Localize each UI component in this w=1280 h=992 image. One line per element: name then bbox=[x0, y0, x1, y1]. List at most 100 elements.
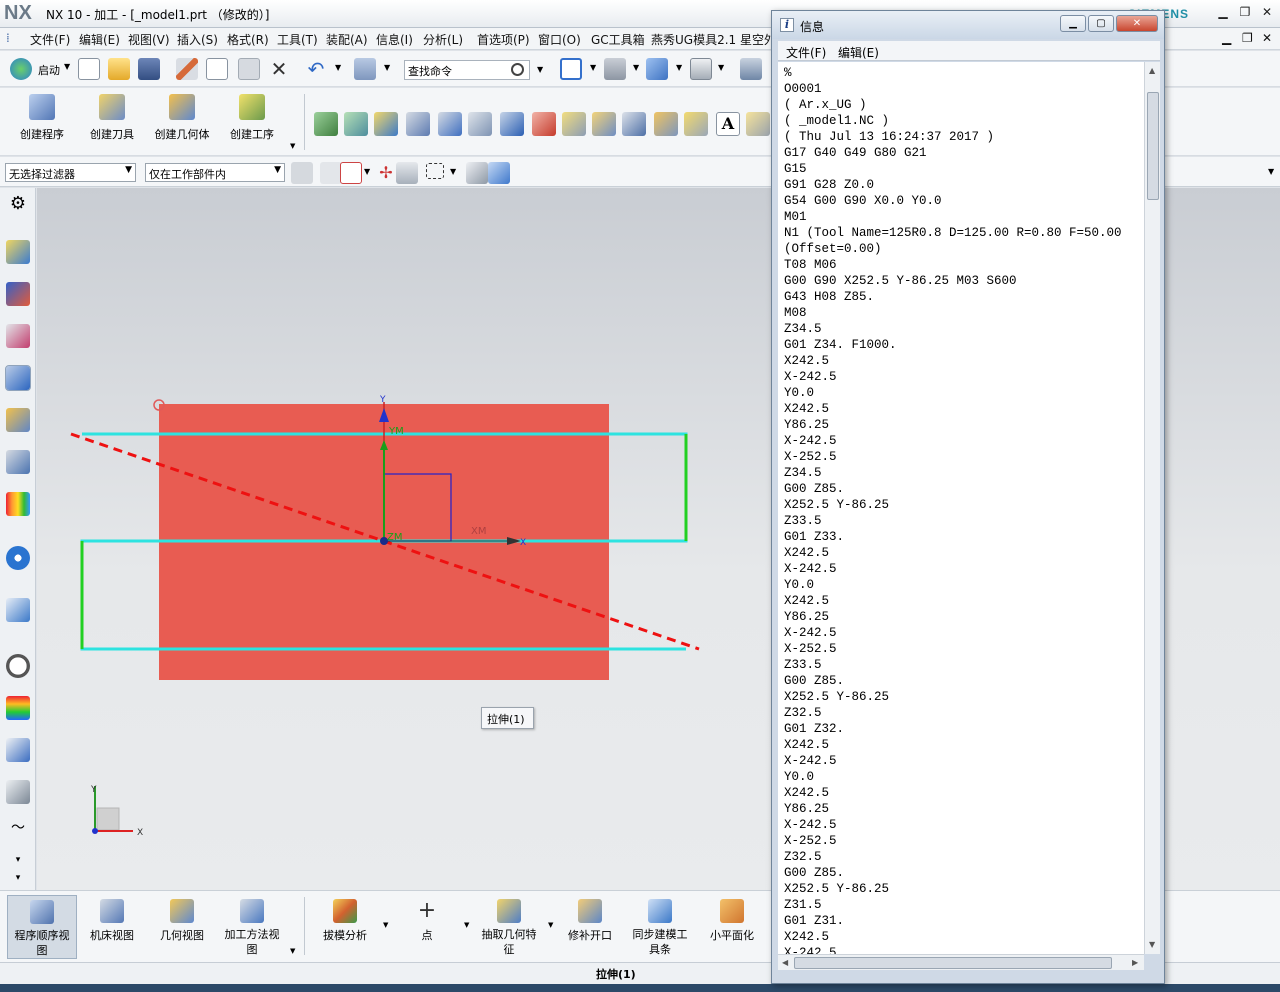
tool-holder-icon[interactable] bbox=[532, 112, 556, 136]
edit-object-icon[interactable] bbox=[562, 112, 586, 136]
paste-icon[interactable] bbox=[238, 58, 260, 80]
pencil-icon[interactable] bbox=[746, 112, 770, 136]
menu-format[interactable]: 格式(R) bbox=[227, 31, 269, 48]
menu-assembly[interactable]: 装配(A) bbox=[326, 31, 368, 48]
info-menu-file[interactable]: 文件(F) bbox=[786, 44, 826, 61]
restore-button[interactable]: ❐ bbox=[1236, 5, 1254, 21]
create-program-button[interactable]: 创建程序 bbox=[7, 92, 77, 148]
wave-icon[interactable]: ～ bbox=[6, 816, 30, 840]
geometry-view-button[interactable]: 几何视图 bbox=[152, 895, 212, 959]
search-dropdown-icon[interactable]: ▼ bbox=[537, 65, 543, 74]
start-dropdown-icon[interactable]: ▼ bbox=[64, 62, 70, 71]
menu-view[interactable]: 视图(V) bbox=[128, 31, 170, 48]
delete-icon[interactable]: ✕ bbox=[268, 58, 290, 80]
open-folder-icon[interactable] bbox=[108, 58, 130, 80]
info-vertical-scrollbar[interactable]: ▲ ▼ bbox=[1144, 62, 1160, 954]
settings-gear-icon[interactable]: ⚙ bbox=[6, 192, 30, 216]
simulate-icon[interactable] bbox=[438, 112, 462, 136]
repeat-command-icon[interactable] bbox=[354, 58, 376, 80]
expand-icon[interactable]: ▾ bbox=[6, 868, 30, 892]
ribbon-more-icon[interactable]: ▼ bbox=[290, 142, 295, 150]
menu-yanxiu-mold[interactable]: 燕秀UG模具2.1 bbox=[651, 31, 736, 48]
repeat-dropdown-icon[interactable]: ▼ bbox=[384, 63, 390, 72]
replay-toolpath-icon[interactable] bbox=[344, 112, 368, 136]
info-table-icon[interactable] bbox=[654, 112, 678, 136]
transform-icon[interactable] bbox=[622, 112, 646, 136]
assembly-filter-icon[interactable] bbox=[291, 162, 313, 184]
machine-navigator-icon[interactable] bbox=[6, 408, 30, 432]
cut-icon[interactable] bbox=[176, 58, 198, 80]
snap-dropdown-icon[interactable]: ▼ bbox=[364, 167, 370, 176]
tool-path-disp-icon[interactable] bbox=[684, 112, 708, 136]
web-browser-icon[interactable] bbox=[6, 598, 30, 622]
menu-gc-toolbox[interactable]: GC工具箱 bbox=[591, 31, 645, 48]
info-minimize-button[interactable]: ▁ bbox=[1060, 15, 1086, 32]
close-button[interactable]: ✕ bbox=[1258, 5, 1276, 21]
process-studio-icon[interactable] bbox=[6, 780, 30, 804]
facet-button[interactable]: 小平面化 bbox=[704, 895, 760, 959]
draft-dropdown-icon[interactable]: ▼ bbox=[383, 921, 388, 929]
view-orient-icon[interactable] bbox=[646, 58, 668, 80]
palette-icon[interactable] bbox=[6, 696, 30, 720]
rect-dropdown-icon[interactable]: ▼ bbox=[450, 167, 456, 176]
menu-tools[interactable]: 工具(T) bbox=[277, 31, 318, 48]
menu-edit[interactable]: 编辑(E) bbox=[79, 31, 120, 48]
create-geometry-button[interactable]: 创建几何体 bbox=[147, 92, 217, 148]
select-face-icon[interactable] bbox=[488, 162, 510, 184]
history-icon[interactable] bbox=[6, 654, 30, 678]
feed-speed-icon[interactable] bbox=[592, 112, 616, 136]
list-toolpath-icon[interactable] bbox=[406, 112, 430, 136]
doc-restore-button[interactable]: ❐ bbox=[1242, 31, 1253, 45]
info-close-button[interactable]: ✕ bbox=[1116, 15, 1158, 32]
info-title-bar[interactable]: i 信息 ▁ ▢ ✕ bbox=[772, 11, 1164, 39]
undo-dropdown-icon[interactable]: ▼ bbox=[335, 63, 341, 72]
create-operation-button[interactable]: 创建工序 bbox=[217, 92, 287, 148]
view-more-icon[interactable]: ▼ bbox=[290, 947, 295, 955]
filter-more-icon[interactable]: ▼ bbox=[1268, 167, 1274, 176]
roles-icon[interactable] bbox=[6, 492, 30, 516]
scope-select[interactable]: 仅在工作部件内 ▼ bbox=[145, 163, 285, 182]
nc-code-listing[interactable]: % O0001 ( Ar.x_UG ) ( _model1.NC ) ( Thu Jul… bbox=[778, 62, 1144, 954]
post-process-icon[interactable] bbox=[468, 112, 492, 136]
snap-point-icon[interactable] bbox=[340, 162, 362, 184]
create-tool-button[interactable]: 创建刀具 bbox=[77, 92, 147, 148]
info-horizontal-thumb[interactable] bbox=[794, 957, 1112, 969]
menu-file[interactable]: 文件(F) bbox=[30, 31, 70, 48]
minimize-button[interactable]: ▁ bbox=[1214, 5, 1232, 21]
extract-dropdown-icon[interactable]: ▼ bbox=[548, 921, 553, 929]
program-order-view-button[interactable]: 程序顺序视图 bbox=[7, 895, 77, 959]
rectangle-select-icon[interactable] bbox=[426, 163, 444, 179]
start-label[interactable]: 启动 bbox=[38, 62, 60, 78]
info-icon[interactable] bbox=[6, 546, 30, 570]
point-button[interactable]: + 点 bbox=[404, 895, 450, 959]
system-materials-icon[interactable] bbox=[6, 738, 30, 762]
point-dropdown-icon[interactable]: ▼ bbox=[464, 921, 469, 929]
machine-view-button[interactable]: 机床视图 bbox=[82, 895, 142, 959]
orient-dropdown-icon[interactable]: ▼ bbox=[676, 63, 682, 72]
menu-window[interactable]: 窗口(O) bbox=[538, 31, 581, 48]
operation-navigator-icon[interactable] bbox=[5, 365, 31, 391]
menu-information[interactable]: 信息(I) bbox=[376, 31, 413, 48]
fit-view-icon[interactable] bbox=[560, 58, 582, 80]
doc-minimize-button[interactable]: ▁ bbox=[1222, 31, 1231, 45]
render-style-icon[interactable] bbox=[604, 58, 626, 80]
info-horizontal-scrollbar[interactable]: ◀ ▶ bbox=[778, 954, 1144, 970]
background-dropdown-icon[interactable]: ▼ bbox=[718, 63, 724, 72]
show-hide-icon[interactable] bbox=[396, 162, 418, 184]
reuse-library-icon[interactable] bbox=[6, 450, 30, 474]
menu-analysis[interactable]: 分析(L) bbox=[423, 31, 463, 48]
snap-view-icon[interactable] bbox=[740, 58, 762, 80]
select-body-icon[interactable] bbox=[466, 162, 488, 184]
part-navigator-icon[interactable] bbox=[6, 324, 30, 348]
copy-icon[interactable] bbox=[206, 58, 228, 80]
select-icon[interactable] bbox=[320, 162, 342, 184]
doc-close-button[interactable]: ✕ bbox=[1262, 31, 1272, 45]
scroll-left-icon[interactable]: ◀ bbox=[782, 958, 788, 967]
sync-modeling-button[interactable]: 同步建模工具条 bbox=[628, 895, 692, 959]
start-icon[interactable] bbox=[10, 58, 32, 80]
fit-dropdown-icon[interactable]: ▼ bbox=[590, 63, 596, 72]
patch-opening-button[interactable]: 修补开口 bbox=[562, 895, 618, 959]
scroll-right-icon[interactable]: ▶ bbox=[1132, 958, 1138, 967]
method-view-button[interactable]: 加工方法视图 bbox=[220, 895, 284, 959]
generate-toolpath-icon[interactable] bbox=[314, 112, 338, 136]
